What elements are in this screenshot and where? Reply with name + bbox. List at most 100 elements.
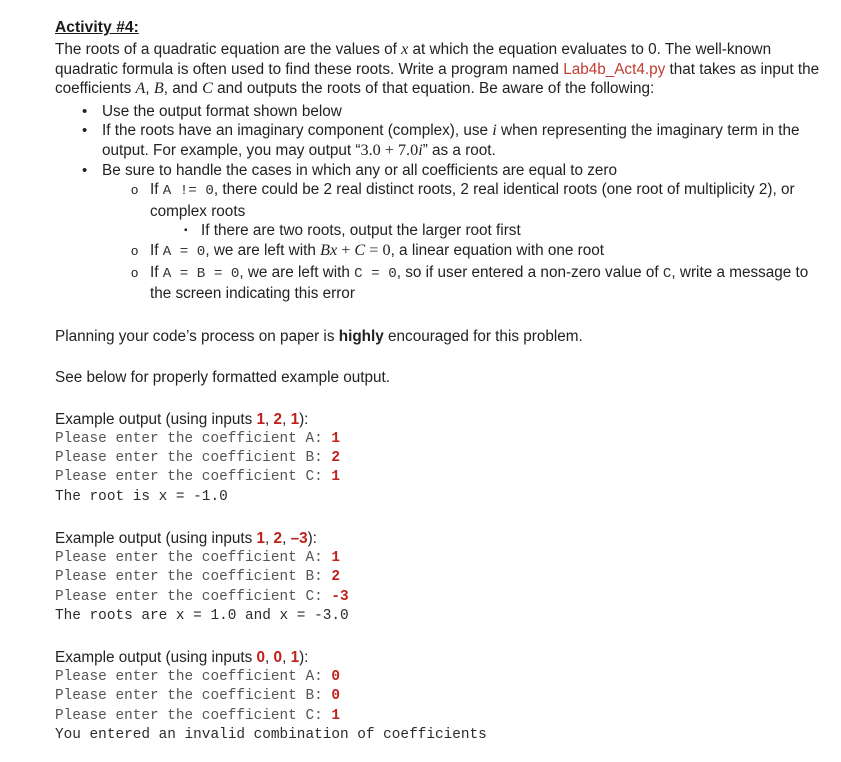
console-value: 1 <box>331 707 340 724</box>
console-value: 2 <box>331 569 340 586</box>
example-2-label: Example output (using inputs 1, 2, –3): <box>55 530 317 548</box>
bullet-2-text-1: If the roots have an imaginary component… <box>102 122 493 140</box>
sub1-text-pre: If <box>150 181 163 199</box>
example-3-input-b: 0 <box>273 649 283 667</box>
circle-bullet-icon: o <box>131 264 139 280</box>
disc-bullet-icon: • <box>82 122 88 140</box>
program-filename: Lab4b_Act4.py <box>563 60 666 78</box>
list-item: o If A = B = 0, we are left with C = 0, … <box>102 263 825 304</box>
planning-emphasis: highly <box>338 327 384 345</box>
console-prompt: Please enter the coefficient B: <box>55 449 332 466</box>
sub3-code-2: C = 0 <box>354 265 397 282</box>
sub2-expr-bx: Bx <box>320 240 338 259</box>
list-item: o If A != 0, there could be 2 real disti… <box>102 180 825 241</box>
console-prompt: Please enter the coefficient A: <box>55 549 332 566</box>
sub2-text-post: , a linear equation with one root <box>390 241 605 259</box>
sub2-code: A = 0 <box>162 243 206 260</box>
console-result: The root is x = -1.0 <box>55 488 228 505</box>
example-2-input-b: 2 <box>273 530 283 548</box>
intro-text-1: The roots of a quadratic equation are th… <box>55 41 402 58</box>
console-value: 1 <box>331 469 340 486</box>
example-2-input-a: 1 <box>256 530 266 548</box>
planning-paragraph: Planning your code’s process on paper is… <box>55 327 825 347</box>
example-1-input-b: 2 <box>273 410 283 428</box>
example-3-suffix: ): <box>299 649 309 667</box>
console-prompt: Please enter the coefficient C: <box>55 469 332 486</box>
sub3-code-1: A = B = 0 <box>162 265 240 282</box>
example-1-prefix: Example output (using inputs <box>55 410 257 428</box>
page-title: Activity #4: <box>55 19 139 36</box>
bullet-2-text-3: ” as a root. <box>422 141 496 159</box>
example-2-console: Please enter the coefficient A: 1 Please… <box>55 549 825 627</box>
console-prompt: Please enter the coefficient A: <box>55 430 332 447</box>
intro-var-b: B <box>153 79 164 98</box>
example-3-prefix: Example output (using inputs <box>55 649 257 667</box>
sub1-text-post: , there could be 2 real distinct roots, … <box>150 181 795 220</box>
intro-comma-1: , <box>145 80 154 98</box>
zero-cases-list: o If A != 0, there could be 2 real disti… <box>102 180 825 304</box>
console-value: 2 <box>331 449 340 466</box>
sub1-code: A != 0 <box>162 183 214 200</box>
document-content: Activity #4: The roots of a quadratic eq… <box>55 18 825 746</box>
disc-bullet-icon: • <box>82 102 88 120</box>
example-1-console: Please enter the coefficient A: 1 Please… <box>55 430 825 508</box>
square-bullet-icon: ▪ <box>184 225 188 237</box>
circle-bullet-icon: o <box>131 182 139 198</box>
example-1-input-a: 1 <box>256 410 266 428</box>
example-1-input-c: 1 <box>290 410 300 428</box>
sub2-text-mid: , we are left with <box>205 241 321 259</box>
sub3-text-mid-2: , so if user entered a non-zero value of <box>396 263 663 281</box>
console-value: 1 <box>331 430 340 447</box>
sub2-expr-plus: + <box>337 240 355 259</box>
console-value: -3 <box>331 588 349 605</box>
planning-text-2: encouraged for this problem. <box>383 327 583 345</box>
console-prompt: Please enter the coefficient C: <box>55 588 332 605</box>
console-prompt: Please enter the coefficient B: <box>55 688 332 705</box>
console-prompt: Please enter the coefficient C: <box>55 707 332 724</box>
console-prompt: Please enter the coefficient A: <box>55 668 332 685</box>
example-3-label: Example output (using inputs 0, 0, 1): <box>55 649 309 667</box>
intro-var-c: C <box>202 79 213 98</box>
example-3-console: Please enter the coefficient A: 0 Please… <box>55 668 825 746</box>
example-3-input-a: 0 <box>256 649 266 667</box>
planning-text-1: Planning your code’s process on paper is <box>55 327 339 345</box>
list-item: • Use the output format shown below <box>55 102 825 122</box>
list-item: ▪ If there are two roots, output the lar… <box>150 221 825 241</box>
list-item: • Be sure to handle the cases in which a… <box>55 161 825 304</box>
sub3-text-mid: , we are left with <box>239 263 355 281</box>
list-item: o If A = 0, we are left with Bx + C = 0,… <box>102 241 825 263</box>
intro-paragraph: The roots of a quadratic equation are th… <box>55 40 825 99</box>
example-2-prefix: Example output (using inputs <box>55 530 257 548</box>
sub3-text-pre: If <box>150 263 163 281</box>
circle-bullet-icon: o <box>131 242 139 258</box>
two-roots-note-list: ▪ If there are two roots, output the lar… <box>150 221 825 241</box>
example-3-input-c: 1 <box>290 649 300 667</box>
requirements-list: • Use the output format shown below • If… <box>55 102 825 304</box>
bullet-3-text: Be sure to handle the cases in which any… <box>102 161 618 179</box>
list-item: • If the roots have an imaginary compone… <box>55 121 825 160</box>
bullet-2-expression: 3.0 + 7.0 <box>360 140 419 159</box>
sub2-expr-eq: = 0 <box>365 240 391 259</box>
document-page: Activity #4: The roots of a quadratic eq… <box>0 0 841 762</box>
intro-var-a: A <box>135 79 146 98</box>
sub2-expr-c: C <box>354 240 366 259</box>
intro-comma-2: , and <box>163 80 203 98</box>
example-2-input-c: –3 <box>290 530 308 548</box>
console-value: 0 <box>331 668 340 685</box>
bullet-1-text: Use the output format shown below <box>102 102 342 120</box>
sub2-text-pre: If <box>150 241 163 259</box>
example-1-label: Example output (using inputs 1, 2, 1): <box>55 410 309 428</box>
disc-bullet-icon: • <box>82 161 88 179</box>
console-result: You entered an invalid combination of co… <box>55 727 487 744</box>
intro-text-4: and outputs the roots of that equation. … <box>212 80 655 98</box>
console-value: 1 <box>331 549 340 566</box>
console-value: 0 <box>331 688 340 705</box>
console-result: The roots are x = 1.0 and x = -3.0 <box>55 607 349 624</box>
example-2-suffix: ): <box>307 530 317 548</box>
example-1-suffix: ): <box>299 410 309 428</box>
